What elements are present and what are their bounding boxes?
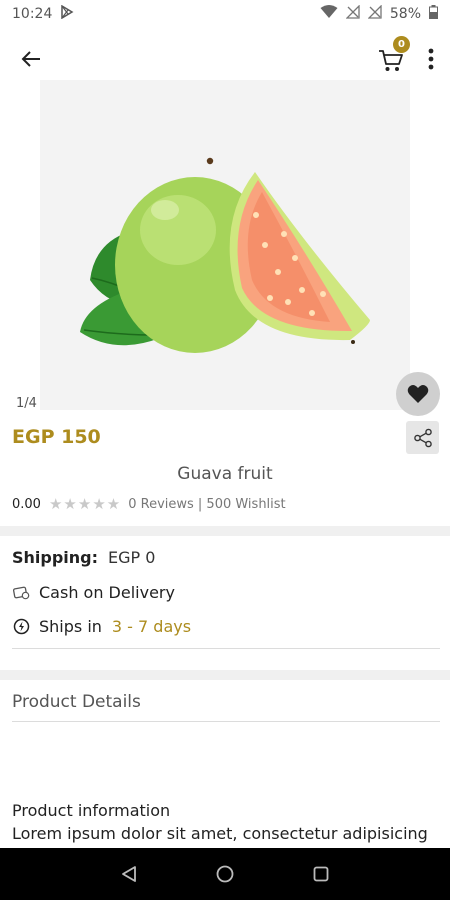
wifi-icon (320, 5, 338, 23)
back-button[interactable] (16, 44, 46, 74)
cash-on-delivery-row: Cash on Delivery (12, 583, 175, 602)
cart-count-badge: 0 (393, 36, 410, 53)
star-icon: ★ (77, 495, 92, 513)
product-image (80, 157, 370, 353)
ships-in-row: Ships in 3 - 7 days (12, 617, 191, 636)
signal-icon-2 (367, 4, 382, 23)
product-price: EGP 150 (12, 426, 101, 448)
rating-stars: ★ ★ ★ ★ ★ (49, 497, 120, 512)
status-bar: 10:24 58% (0, 0, 450, 28)
battery-percent: 58% (389, 6, 421, 22)
shipping-label: Shipping: (12, 548, 99, 567)
product-details-title: Product Details (12, 692, 141, 712)
product-name: Guava fruit (177, 464, 273, 484)
star-icon: ★ (63, 495, 77, 513)
rating-value: 0.00 (12, 497, 41, 512)
cash-icon (12, 584, 30, 602)
section-divider (0, 526, 450, 536)
divider-line (12, 721, 440, 722)
product-information-body: Lorem ipsum dolor sit amet, consectetur … (12, 824, 428, 843)
status-time: 10:24 (12, 6, 53, 22)
cash-on-delivery-text: Cash on Delivery (39, 583, 175, 602)
system-nav-bar (0, 848, 450, 900)
rating-row: 0.00 ★ ★ ★ ★ ★ 0 Reviews | 500 Wishlist (12, 497, 286, 513)
back-arrow-icon (21, 51, 40, 67)
nav-home-button[interactable] (213, 862, 237, 886)
more-options-button[interactable] (420, 44, 442, 74)
share-button[interactable] (406, 421, 439, 454)
nav-back-button[interactable] (117, 862, 141, 886)
product-screen: 10:24 58% 0 1/4 EGP 150 Guava fruit 0.00… (0, 0, 450, 900)
slide-counter: 1/4 (16, 396, 37, 411)
reviews-wishlist-text[interactable]: 0 Reviews | 500 Wishlist (128, 497, 285, 512)
share-icon (413, 428, 432, 447)
more-vert-icon (428, 48, 434, 70)
shipping-row: Shipping: EGP 0 (12, 548, 155, 567)
divider-line (12, 648, 440, 649)
app-bar: 0 (0, 36, 450, 80)
nav-recents-button[interactable] (309, 862, 333, 886)
nav-back-icon (122, 866, 136, 882)
nav-recents-icon (313, 866, 329, 882)
product-information-title: Product information (12, 801, 171, 820)
section-divider (0, 670, 450, 680)
clock-icon (12, 618, 30, 636)
battery-icon (429, 5, 438, 23)
nav-home-icon (216, 865, 234, 883)
star-icon: ★ (106, 495, 121, 513)
favorite-button[interactable] (396, 372, 440, 416)
ships-in-days: 3 - 7 days (111, 617, 192, 636)
star-icon: ★ (92, 495, 106, 513)
play-store-icon (60, 4, 74, 23)
heart-icon (407, 385, 429, 403)
shipping-value: EGP 0 (108, 548, 156, 567)
ships-in-label: Ships in (39, 617, 102, 636)
cart-button[interactable]: 0 (378, 36, 412, 76)
star-icon: ★ (48, 495, 63, 513)
signal-icon (345, 4, 360, 23)
product-image-gallery[interactable] (40, 80, 410, 410)
